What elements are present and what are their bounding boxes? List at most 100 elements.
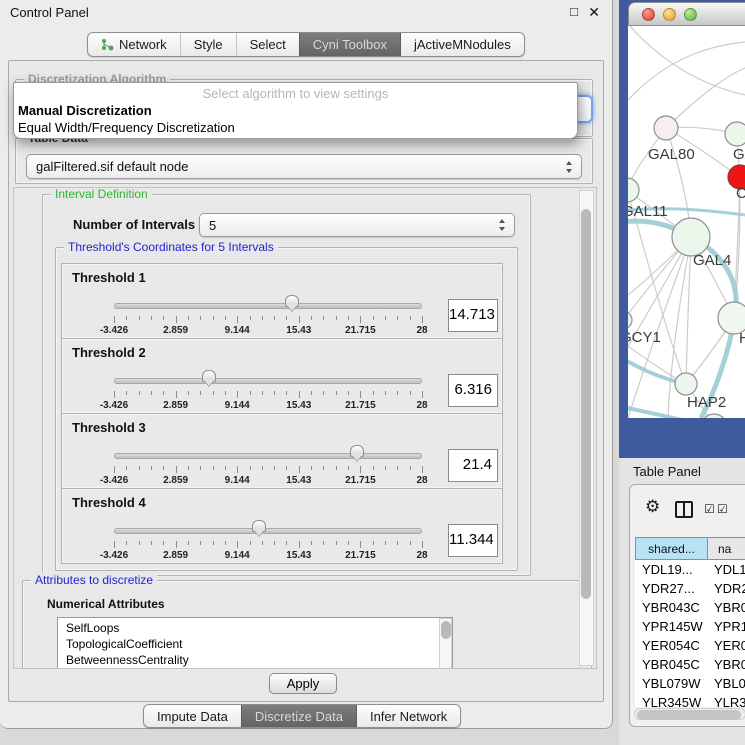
tick-mark	[151, 466, 152, 470]
tick-mark	[286, 391, 287, 395]
node-label: GA	[733, 146, 745, 163]
tick-label: 9.144	[212, 475, 262, 486]
tick-mark	[139, 541, 140, 545]
attribute-list-item[interactable]: BetweennessCentrality	[66, 652, 452, 668]
table-row[interactable]: YBR045CYBR0	[635, 655, 745, 674]
table-row[interactable]: YLR345WYLR3	[635, 693, 745, 707]
tick-mark	[188, 391, 189, 395]
tick-mark	[213, 391, 214, 395]
checkbox-icon[interactable]: ☑	[717, 503, 728, 515]
column-header-shared-name[interactable]: shared...	[635, 537, 708, 560]
threshold-value-field[interactable]: 6.316	[448, 374, 498, 407]
cell-name: YDL1	[714, 562, 745, 577]
slider-thumb[interactable]	[350, 445, 364, 457]
minimize-traffic-light-icon[interactable]	[663, 8, 676, 21]
column-header-name[interactable]: na	[707, 537, 745, 560]
slider-thumb[interactable]	[202, 370, 216, 382]
tick-mark	[114, 391, 115, 398]
table-data-combobox[interactable]: galFiltered.sif default node	[26, 154, 582, 179]
top-tab-bar: Network Style Select Cyni Toolbox jActiv…	[87, 32, 525, 57]
tick-mark	[151, 391, 152, 395]
threshold-value-field[interactable]: 14.713	[448, 299, 498, 332]
network-node[interactable]	[725, 122, 745, 146]
table-row[interactable]: YBR043CYBR0	[635, 598, 745, 617]
threshold-panel: Threshold 4-3.4262.8599.14415.4321.71528…	[61, 488, 503, 564]
tick-mark	[360, 466, 361, 473]
slider-thumb[interactable]	[252, 520, 266, 532]
table-row[interactable]: YDL19... YDL1	[635, 560, 745, 579]
tick-mark	[163, 316, 164, 320]
scrollbar-thumb[interactable]	[581, 209, 591, 599]
cell-name: YDR2	[714, 581, 745, 596]
close-traffic-light-icon[interactable]	[642, 8, 655, 21]
tick-mark	[262, 466, 263, 470]
table-row[interactable]: YPR145WYPR1	[635, 617, 745, 636]
tab-network[interactable]: Network	[88, 33, 180, 56]
threshold-value-field[interactable]: 11.344	[448, 524, 498, 557]
network-node[interactable]	[672, 218, 710, 256]
gear-icon[interactable]: ⚙	[645, 498, 660, 515]
slider-track[interactable]	[114, 453, 422, 459]
network-node[interactable]	[675, 373, 697, 395]
cell-shared-name: YDL19...	[642, 562, 693, 577]
network-node[interactable]	[654, 116, 678, 140]
slider-track[interactable]	[114, 303, 422, 309]
tab-infer-network[interactable]: Infer Network	[356, 705, 460, 727]
scrollbar-thumb[interactable]	[441, 621, 451, 639]
split-columns-icon[interactable]	[675, 501, 693, 518]
table-horizontal-scrollbar[interactable]	[634, 708, 745, 720]
network-node[interactable]	[628, 311, 632, 329]
float-window-icon[interactable]: □	[570, 4, 578, 19]
tick-mark	[151, 316, 152, 320]
table-row[interactable]: YDR27...YDR2	[635, 579, 745, 598]
tick-mark	[348, 391, 349, 395]
tick-mark	[262, 391, 263, 395]
threshold-value-field[interactable]: 21.4	[448, 449, 498, 482]
tick-mark	[274, 316, 275, 320]
tick-label: 28	[397, 475, 447, 486]
tick-label: 9.144	[212, 325, 262, 336]
zoom-traffic-light-icon[interactable]	[684, 8, 697, 21]
table-row[interactable]: YBL079WYBL0	[635, 674, 745, 693]
tick-mark	[163, 541, 164, 545]
interval-definition-title: Interval Definition	[51, 187, 152, 201]
bottom-tab-bar: Impute Data Discretize Data Infer Networ…	[143, 704, 461, 728]
number-of-intervals-value: 5	[209, 218, 216, 233]
tick-mark	[299, 541, 300, 548]
tab-discretize-data[interactable]: Discretize Data	[241, 705, 356, 727]
close-icon[interactable]: ✕	[588, 4, 600, 21]
tick-mark	[299, 316, 300, 323]
tick-mark	[200, 541, 201, 545]
slider-track[interactable]	[114, 378, 422, 384]
tab-cyni-toolbox[interactable]: Cyni Toolbox	[299, 33, 400, 56]
checkbox-icon[interactable]: ☑	[704, 503, 715, 515]
tick-mark	[176, 466, 177, 473]
number-of-intervals-combobox[interactable]: 5	[199, 213, 515, 237]
tab-select[interactable]: Select	[236, 33, 299, 56]
tick-mark	[360, 391, 361, 398]
tab-jactivemnodules[interactable]: jActiveMNodules	[400, 33, 524, 56]
tick-mark	[422, 466, 423, 473]
attribute-list-item[interactable]: SelfLoops	[66, 620, 452, 636]
tick-mark	[274, 466, 275, 470]
settings-scrollbar[interactable]	[579, 190, 594, 666]
slider-track[interactable]	[114, 528, 422, 534]
attribute-list-item[interactable]: TopologicalCoefficient	[66, 636, 452, 652]
tick-mark	[262, 316, 263, 320]
tick-mark	[262, 541, 263, 545]
dropdown-option-equal-width-frequency[interactable]: Equal Width/Frequency Discretization	[18, 120, 573, 135]
tick-mark	[410, 391, 411, 395]
tab-style[interactable]: Style	[180, 33, 236, 56]
tick-mark	[299, 466, 300, 473]
apply-button[interactable]: Apply	[269, 673, 337, 694]
network-canvas[interactable]: GAL80GACGAL11GAL4GCY1HHAP2	[628, 26, 745, 418]
scrollbar-thumb[interactable]	[637, 710, 741, 720]
tick-mark	[397, 316, 398, 320]
attributes-list-scrollbar[interactable]	[439, 618, 452, 669]
table-row[interactable]: YER054CYER0	[635, 636, 745, 655]
slider-thumb[interactable]	[285, 295, 299, 307]
tab-impute-data[interactable]: Impute Data	[144, 705, 241, 727]
dropdown-option-manual-discretization[interactable]: Manual Discretization	[18, 103, 573, 118]
tick-mark	[286, 316, 287, 320]
tick-mark	[225, 541, 226, 545]
